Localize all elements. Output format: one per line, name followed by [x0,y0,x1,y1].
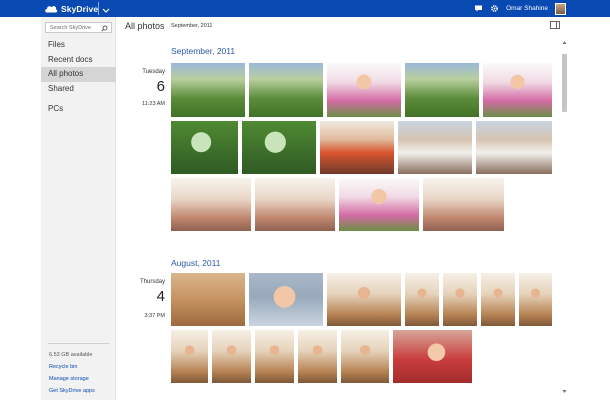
brand-name: SkyDrive [61,3,99,14]
day-time: 11:23 AM [142,101,165,107]
sidebar-item-files[interactable]: Files [41,38,116,53]
photo-thumbnail[interactable] [249,63,323,117]
photo-thumbnail[interactable] [327,273,401,326]
photo-thumbnail[interactable] [255,330,294,383]
photo-thumbnail[interactable] [339,178,419,231]
photo-thumbnail[interactable] [171,178,251,231]
day-name: Tuesday [142,69,165,75]
page-title: All photos [125,21,165,31]
top-right-controls: Omar Shahine [474,1,566,16]
recycle-bin-link[interactable]: Recycle bin [49,361,115,373]
scroll-down-icon[interactable] [562,389,567,394]
gear-icon[interactable] [490,4,499,13]
sidebar-divider [48,343,109,344]
scroll-up-icon[interactable] [562,40,567,45]
sidebar-item-shared[interactable]: Shared [41,82,116,97]
photo-thumbnail[interactable] [483,63,552,117]
sidebar-item-recent-docs[interactable]: Recent docs [41,53,116,68]
photo-thumbnail[interactable] [327,63,401,117]
photo-thumbnail[interactable] [171,330,208,383]
photo-thumbnail[interactable] [255,178,335,231]
top-bar: SkyDrive Omar Shahine [0,0,610,17]
sidebar-nav: Files Recent docs All photos Shared PCs [41,38,116,117]
photo-thumbnail[interactable] [393,330,472,383]
photo-thumbnail[interactable] [341,330,389,383]
user-name[interactable]: Omar Shahine [506,5,548,12]
photo-thumbnail[interactable] [171,121,238,174]
details-pane-icon[interactable] [550,21,560,29]
month-heading-august: August, 2011 [171,258,221,268]
photo-thumbnail[interactable] [242,121,316,174]
photo-thumbnail[interactable] [481,273,515,326]
avatar[interactable] [555,2,566,15]
day-number: 6 [156,78,165,95]
message-icon[interactable] [474,4,483,13]
day-number: 4 [156,288,165,305]
manage-storage-link[interactable]: Manage storage [49,373,115,385]
photo-thumbnail[interactable] [423,178,504,231]
search-placeholder: Search SkyDrive [50,24,91,31]
photo-thumbnail[interactable] [212,330,251,383]
storage-available: 6.53 GB available [49,352,93,358]
search-input[interactable]: Search SkyDrive [45,22,112,33]
photo-thumbnail[interactable] [519,273,552,326]
page-subtitle: September, 2011 [171,23,213,29]
photo-thumbnail[interactable] [320,121,394,174]
photo-thumbnail[interactable] [476,121,552,174]
sidebar-item-all-photos[interactable]: All photos [41,67,116,82]
photo-thumbnail[interactable] [443,273,477,326]
brand-divider [98,2,99,15]
chevron-down-icon[interactable] [101,3,111,14]
photo-thumbnail[interactable] [298,330,337,383]
sidebar: Search SkyDrive Files Recent docs All ph… [41,17,116,400]
day-time: 3:37 PM [144,313,165,319]
sidebar-footer: 6.53 GB available Recycle bin Manage sto… [49,349,115,397]
day-name: Thursday [139,279,165,285]
skydrive-cloud-icon [44,4,58,13]
search-icon[interactable] [101,25,108,32]
photo-thumbnail[interactable] [405,63,479,117]
skydrive-logo[interactable]: SkyDrive [44,2,98,15]
scrollbar[interactable] [561,40,568,398]
photo-thumbnail[interactable] [398,121,472,174]
photo-thumbnail[interactable] [405,273,439,326]
scroll-thumb[interactable] [562,54,567,112]
photo-thumbnail[interactable] [171,63,245,117]
photo-thumbnail[interactable] [249,273,323,326]
sidebar-item-pcs[interactable]: PCs [41,102,116,117]
photo-thumbnail[interactable] [171,273,245,326]
get-apps-link[interactable]: Get SkyDrive apps [49,385,115,397]
month-heading-september: September, 2011 [171,46,236,56]
